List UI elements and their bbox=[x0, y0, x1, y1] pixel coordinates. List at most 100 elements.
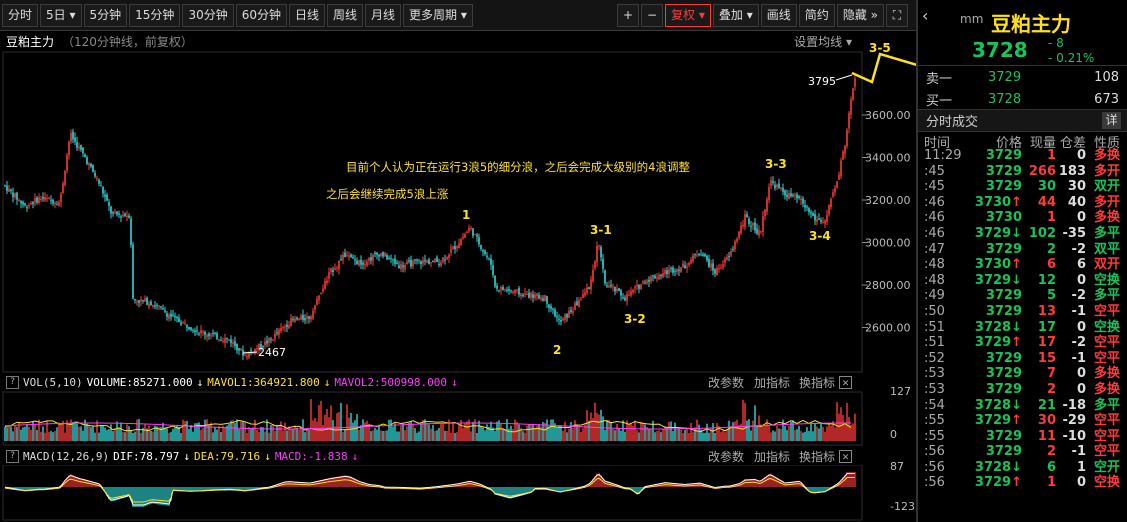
volume-bar bbox=[458, 424, 460, 441]
volume-bar bbox=[130, 429, 132, 441]
period-button-5day[interactable]: 5日 ▾ bbox=[40, 3, 82, 27]
candle-body bbox=[728, 256, 730, 258]
volume-bar bbox=[416, 432, 418, 441]
down-arrow-icon: ↓ bbox=[451, 375, 458, 389]
candle-body bbox=[66, 154, 68, 171]
candle-body bbox=[566, 314, 568, 318]
candle-body bbox=[468, 228, 470, 232]
detail-button[interactable]: 详 bbox=[1102, 112, 1121, 129]
candle-body bbox=[792, 194, 794, 196]
volume-bar bbox=[812, 431, 814, 441]
candle-body bbox=[372, 254, 374, 261]
candle-body bbox=[228, 339, 230, 341]
volume-bar bbox=[334, 426, 336, 441]
candle-body bbox=[202, 331, 204, 333]
volume-bar bbox=[706, 423, 708, 441]
macd-edit-params-button[interactable]: 改参数 bbox=[708, 448, 744, 465]
volume-bar bbox=[848, 416, 850, 441]
volume-bar bbox=[152, 431, 154, 441]
simple-button[interactable]: 简约 bbox=[798, 4, 835, 27]
candle-body bbox=[510, 290, 512, 292]
close-icon[interactable]: ✕ bbox=[839, 375, 852, 389]
volume-bar bbox=[124, 432, 126, 441]
period-button-timeshare[interactable]: 分时 bbox=[2, 3, 39, 27]
volume-bar bbox=[404, 430, 406, 441]
candle-body bbox=[740, 225, 742, 234]
period-button-month[interactable]: 月线 bbox=[365, 3, 402, 27]
tick-price: 3729 bbox=[968, 351, 1022, 367]
period-button-60min[interactable]: 60分钟 bbox=[235, 3, 287, 27]
candle-body bbox=[584, 292, 586, 296]
volume-bar bbox=[278, 425, 280, 441]
volume-bar bbox=[22, 427, 24, 441]
zoom-out-button[interactable]: − bbox=[641, 4, 664, 27]
volume-bar bbox=[258, 432, 260, 441]
volume-bar bbox=[682, 432, 684, 441]
candle-body bbox=[160, 306, 162, 308]
volume-bar bbox=[172, 428, 174, 441]
volume-bar bbox=[76, 423, 78, 441]
candle-body bbox=[746, 214, 748, 217]
vol-edit-params-button[interactable]: 改参数 bbox=[708, 374, 744, 391]
overlay-button[interactable]: 叠加 ▾ bbox=[712, 4, 759, 27]
volume-bar bbox=[764, 425, 766, 441]
zoom-in-button[interactable]: + bbox=[617, 4, 640, 27]
period-button-30min[interactable]: 30分钟 bbox=[182, 3, 234, 27]
candle-body bbox=[708, 258, 710, 267]
candle-body bbox=[140, 299, 142, 302]
help-icon[interactable]: ? bbox=[6, 375, 19, 389]
fullscreen-icon[interactable]: ⛶ bbox=[886, 4, 908, 27]
tick-oi-change: 0 bbox=[1076, 319, 1086, 335]
candle-body bbox=[276, 332, 278, 334]
tick-price: 3730↑ bbox=[968, 257, 1022, 273]
candle-body bbox=[222, 340, 224, 342]
draw-button[interactable]: 画线 bbox=[760, 4, 797, 27]
candle-body bbox=[50, 199, 52, 201]
adjust-button[interactable]: 复权 ▾ bbox=[665, 4, 711, 27]
volume-bar bbox=[98, 432, 100, 441]
candle-body bbox=[86, 157, 88, 165]
macd-switch-indicator-button[interactable]: 换指标 bbox=[799, 448, 835, 465]
volume-bar bbox=[830, 425, 832, 441]
candle-body bbox=[374, 253, 376, 255]
candle-body bbox=[414, 259, 416, 261]
volume-bar bbox=[92, 426, 94, 441]
volume-bar bbox=[670, 421, 672, 441]
wave-label-3-4: 3-4 bbox=[809, 229, 831, 243]
candle-body bbox=[516, 289, 518, 291]
candle-body bbox=[438, 264, 440, 266]
close-icon[interactable]: ✕ bbox=[839, 449, 852, 463]
hide-button[interactable]: 隐藏 » bbox=[836, 4, 884, 27]
period-button-5min[interactable]: 5分钟 bbox=[83, 3, 128, 27]
volume-bar bbox=[64, 432, 66, 441]
collapse-arrow-icon[interactable]: ‹ bbox=[922, 6, 928, 25]
candle-body bbox=[216, 333, 218, 339]
volume-bar bbox=[78, 426, 80, 441]
candle-body bbox=[612, 286, 614, 288]
candle-body bbox=[742, 225, 744, 227]
volume-bar bbox=[578, 426, 580, 441]
candle-body bbox=[428, 259, 430, 265]
period-button-15min[interactable]: 15分钟 bbox=[129, 3, 181, 27]
change-value: - 8 bbox=[1048, 36, 1064, 50]
volume-bar bbox=[634, 420, 636, 441]
volume-bar bbox=[370, 431, 372, 441]
period-button-day[interactable]: 日线 bbox=[289, 3, 326, 27]
tick-nature: 空换 bbox=[1093, 475, 1120, 491]
volume-bar bbox=[380, 430, 382, 441]
more-periods-button[interactable]: 更多周期 ▾ bbox=[403, 3, 473, 27]
candle-body bbox=[590, 279, 592, 290]
volume-bar bbox=[776, 425, 778, 441]
time-sales-list[interactable]: 11:29 3729 1 0 多换:45 3729 266 183 多开:45 3729 30 30 双… bbox=[918, 148, 1127, 491]
vol-switch-indicator-button[interactable]: 换指标 bbox=[799, 374, 835, 391]
tick-row: :56 3729↑ 1 0 空换 bbox=[918, 475, 1127, 491]
volume-bar bbox=[6, 427, 8, 441]
macd-add-indicator-button[interactable]: 加指标 bbox=[754, 448, 790, 465]
candle-body bbox=[570, 309, 572, 312]
period-button-week[interactable]: 周线 bbox=[327, 3, 364, 27]
help-icon[interactable]: ? bbox=[6, 449, 19, 463]
tick-time: :45 bbox=[924, 179, 945, 195]
candle-body bbox=[134, 298, 136, 301]
vol-add-indicator-button[interactable]: 加指标 bbox=[754, 374, 790, 391]
volume-bar bbox=[668, 421, 670, 441]
